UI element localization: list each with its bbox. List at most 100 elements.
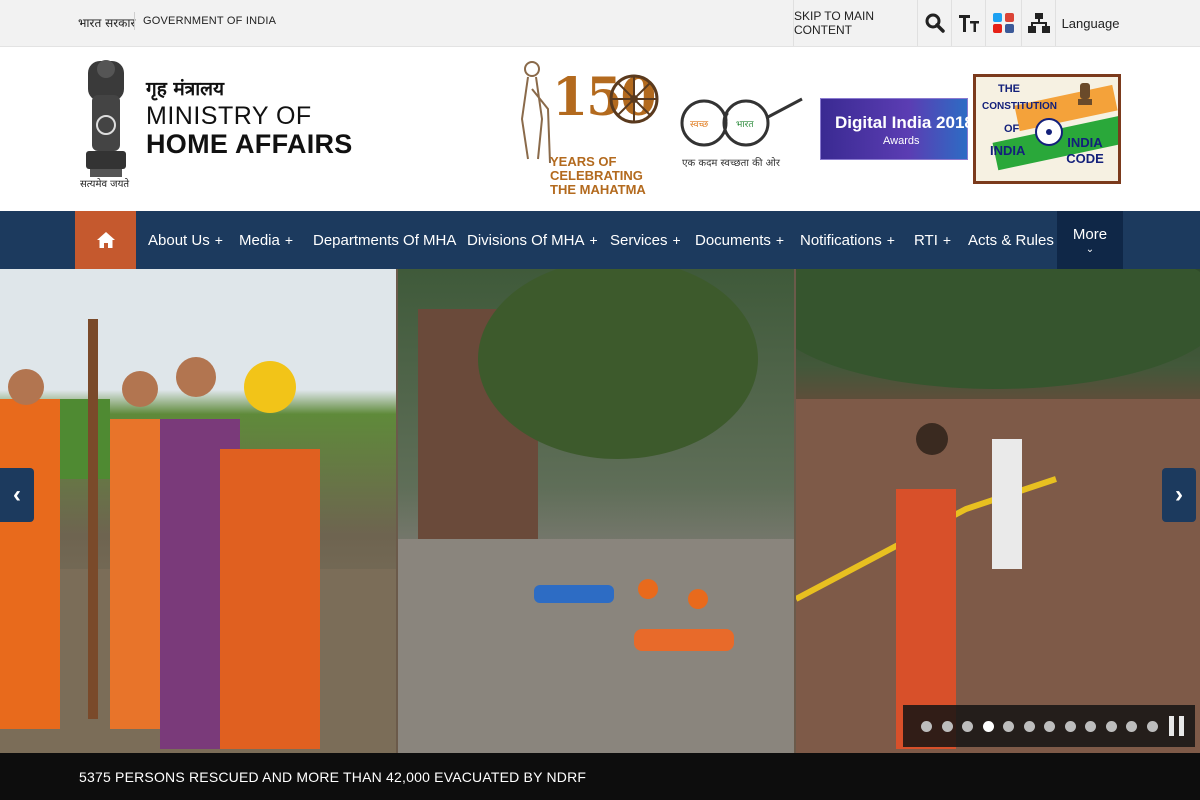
ministry-name-line2: HOME AFFAIRS — [146, 129, 353, 159]
ticker-headline-link[interactable]: 5375 PERSONS RESCUED AND MORE THAN 42,00… — [79, 769, 586, 785]
divider — [134, 12, 135, 30]
rescuers-illustration — [0, 319, 396, 753]
slider-dot-active[interactable] — [982, 720, 994, 732]
slider-prev-button[interactable]: ‹ — [0, 468, 34, 522]
constitution-india-code-logo[interactable]: THE CONSTITUTION OF INDIA INDIA CODE — [973, 74, 1121, 184]
nav-item-departments-of-mha[interactable]: Departments Of MHA — [313, 211, 456, 269]
nav-home-button[interactable] — [75, 211, 136, 269]
slide-photo-river-rope-rescue — [796, 269, 1200, 753]
flooded-street-illustration — [398, 269, 794, 753]
national-emblem-logo[interactable] — [78, 55, 134, 191]
nav-item-label: Divisions Of MHA — [467, 231, 585, 249]
government-hindi-label[interactable]: भारत सरकार — [78, 14, 135, 31]
nav-more-button[interactable]: More ⌄ — [1057, 211, 1123, 269]
nav-item-label: Media — [239, 231, 280, 249]
slider-dot[interactable] — [921, 720, 932, 732]
skip-label: SKIP TO MAIN CONTENT — [794, 9, 875, 37]
constitution-name-label: CONSTITUTION — [982, 101, 1057, 112]
slider-dot[interactable] — [1064, 720, 1076, 732]
gandhi-150-caption: YEARS OF CELEBRATING THE MAHATMA — [550, 154, 646, 197]
slide-photo-flooded-street — [398, 269, 794, 753]
sitemap-icon — [1027, 13, 1050, 33]
nav-item-media[interactable]: Media + — [239, 211, 293, 269]
slider-next-button[interactable]: › — [1162, 468, 1196, 522]
nav-item-label: Departments Of MHA — [313, 231, 457, 249]
slider-dot[interactable] — [1023, 720, 1035, 732]
nav-item-label: About Us — [148, 231, 210, 249]
digital-india-awards-label: Awards — [883, 135, 920, 147]
text-size-button[interactable] — [951, 0, 985, 46]
nav-item-label: Acts & Rules — [968, 231, 1054, 249]
language-selector[interactable]: Language — [1055, 0, 1125, 46]
slider-dot[interactable] — [1044, 720, 1055, 732]
slider-dot[interactable] — [1003, 720, 1014, 732]
site-header: सत्यमेव जयते गृह मंत्रालय MINISTRY OF HO… — [0, 47, 1200, 211]
india-code-label: INDIA CODE — [1066, 135, 1104, 166]
gandhi-150-logo[interactable]: 150 YEARS OF CELEBRATING THE MAHATMA — [512, 59, 662, 199]
nav-item-label: RTI — [914, 231, 938, 249]
emblem-motto: सत्यमेव जयते — [80, 179, 130, 190]
chevron-left-icon: ‹ — [13, 481, 21, 508]
text-size-icon — [958, 15, 979, 32]
language-label: Language — [1061, 15, 1120, 31]
slide-photo-rescue-team — [0, 269, 396, 753]
main-navigation: About Us + Media + Departments Of MHA Divi… — [0, 211, 1200, 269]
expand-plus-icon: + — [775, 232, 785, 248]
expand-plus-icon: + — [284, 232, 294, 248]
pause-icon — [1179, 716, 1184, 736]
social-media-icon — [992, 13, 1014, 33]
top-utility-bar: भारत सरकार GOVERNMENT OF INDIA SKIP TO M… — [0, 0, 1200, 47]
skip-to-main-content-link[interactable]: SKIP TO MAIN CONTENT — [793, 0, 917, 46]
nav-item-acts-and-rules[interactable]: Acts & Rules — [968, 211, 1054, 269]
nav-item-about-us[interactable]: About Us + — [148, 211, 223, 269]
image-slider: ‹ › — [0, 269, 1200, 753]
charkha-wheel-icon — [609, 74, 659, 124]
search-button[interactable] — [917, 0, 951, 46]
pause-icon — [1169, 716, 1174, 736]
river-rescue-illustration — [796, 269, 1200, 753]
swachh-tagline: एक कदम स्वच्छता की ओर — [682, 158, 780, 169]
nav-item-rti[interactable]: RTI + — [914, 211, 951, 269]
slider-pagination — [903, 705, 1195, 747]
expand-plus-icon: + — [672, 232, 681, 248]
social-media-button[interactable] — [985, 0, 1021, 46]
slider-pause-button[interactable] — [1169, 716, 1185, 736]
slider-dot[interactable] — [941, 720, 953, 732]
expand-plus-icon: + — [886, 232, 895, 248]
digital-india-title: Digital India 2018 — [835, 113, 974, 132]
slider-dot[interactable] — [962, 720, 973, 732]
swachh-left-label: स्वच्छ — [690, 120, 709, 130]
nav-item-label: Documents — [695, 231, 771, 249]
nav-item-services[interactable]: Services + — [610, 211, 681, 269]
swachh-bharat-logo[interactable]: स्वच्छ भारत एक कदम स्वच्छता की ओर — [676, 87, 806, 177]
home-icon — [96, 232, 115, 248]
swachh-right-label: भारत — [736, 120, 754, 130]
digital-india-awards-logo[interactable]: Digital India 2018 Awards — [820, 98, 974, 160]
ministry-hindi-name: गृह मंत्रालय — [146, 78, 225, 100]
expand-plus-icon: + — [942, 232, 952, 248]
slider-dot[interactable] — [1085, 720, 1096, 732]
gandhi-silhouette-icon — [520, 61, 551, 164]
slider-dot[interactable] — [1105, 720, 1117, 732]
search-icon — [925, 13, 945, 33]
nav-more-label: More — [1072, 225, 1108, 243]
slider-dot[interactable] — [1126, 720, 1137, 732]
chevron-right-icon: › — [1175, 481, 1183, 508]
slider-dot[interactable] — [1146, 720, 1158, 732]
constitution-the-label: THE — [998, 83, 1020, 95]
expand-plus-icon: + — [589, 232, 598, 248]
nav-item-divisions-of-mha[interactable]: Divisions Of MHA + — [467, 211, 598, 269]
expand-plus-icon: + — [214, 232, 223, 248]
nav-item-documents[interactable]: Documents + — [695, 211, 784, 269]
nav-item-label: Services — [610, 231, 668, 249]
nav-item-notifications[interactable]: Notifications + — [800, 211, 895, 269]
government-english-label[interactable]: GOVERNMENT OF INDIA — [143, 15, 276, 27]
constitution-of-label: OF — [1004, 123, 1020, 135]
nav-item-label: Notifications — [800, 231, 882, 249]
emblem-small-icon — [1078, 83, 1092, 105]
chevron-down-icon: ⌄ — [1085, 243, 1095, 255]
sitemap-button[interactable] — [1021, 0, 1055, 46]
ministry-name-line1: MINISTRY OF — [146, 102, 312, 130]
news-ticker: 5375 PERSONS RESCUED AND MORE THAN 42,00… — [0, 753, 1200, 800]
constitution-india-label: INDIA — [990, 143, 1026, 158]
